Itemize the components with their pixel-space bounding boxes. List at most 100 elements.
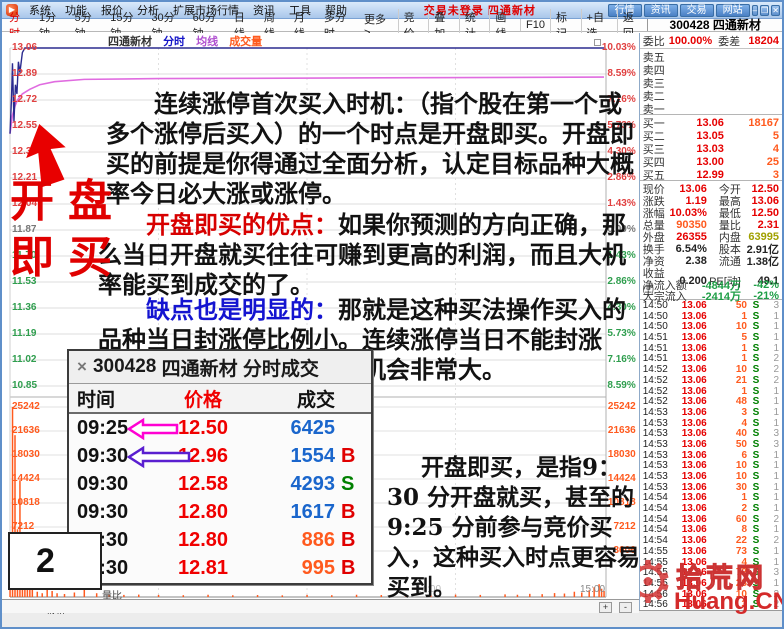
app-window: ▶ 系统功能报价分析扩展市场行情资讯工具帮助 交易未登录 四通新材 行情资讯交易…	[0, 0, 784, 629]
tick-count: 1	[763, 557, 779, 568]
close-button[interactable]: ✕	[771, 5, 780, 16]
weicha-value: 18204	[740, 35, 779, 47]
tick-volume: 1	[707, 386, 749, 397]
tick-count: 3	[763, 439, 779, 450]
tick-flag: S	[749, 589, 763, 600]
app-button-网站[interactable]: 网站	[716, 4, 750, 17]
quote-info-row: 现价13.06今开12.50	[640, 181, 782, 193]
buy-volume: 3	[724, 169, 779, 181]
tick-flag: S	[749, 407, 763, 418]
tick-flag: S	[749, 353, 763, 364]
annotation-paragraph-1: 连续涨停首次买入时机：（指个股在第一个或多个涨停后买入）的一个时点是开盘即买。开…	[106, 89, 639, 209]
tick-time: 14:53	[643, 450, 671, 461]
tick-count: 1	[763, 503, 779, 514]
tick-time: 14:53	[643, 482, 671, 493]
tick-price: 13.06	[671, 300, 707, 311]
tick-count: 3	[763, 428, 779, 439]
buy-row: 买四13.0025	[640, 154, 782, 167]
tick-price: 13.06	[671, 311, 707, 322]
tick-count: 1	[763, 450, 779, 461]
table-row: 09:3012.81995B	[69, 554, 371, 582]
tick-volume: 60	[707, 514, 749, 525]
tick-volume: 48	[707, 396, 749, 407]
tick-row: 14:5513.0673S1	[640, 546, 782, 557]
tool-F10[interactable]: F10	[520, 19, 550, 31]
tick-row: 14:5213.0621S2	[640, 375, 782, 386]
tick-count: 2	[763, 514, 779, 525]
tick-flag: S	[749, 386, 763, 397]
app-button-交易[interactable]: 交易	[680, 4, 714, 17]
info-value: 26355	[669, 231, 707, 243]
tick-price: 13.06	[671, 567, 707, 578]
tick-volume: 73	[707, 546, 749, 557]
tick-flag: S	[749, 492, 763, 503]
trade-price: 12.80	[155, 501, 251, 524]
annotation-3-heading: 缺点也是明显的：	[146, 295, 338, 324]
tick-price: 13.06	[671, 375, 707, 386]
tick-flag: S	[749, 578, 763, 589]
legend-period[interactable]: 分时	[163, 36, 185, 48]
buy-row: 买三13.034	[640, 141, 782, 154]
tick-time: 14:53	[643, 439, 671, 450]
period-tabs: 分时1分钟5分钟15分钟30分钟60分钟日线周线月线多分时更多 >	[2, 19, 398, 31]
tick-time: 14:55	[643, 557, 671, 568]
tick-count: 1	[763, 418, 779, 429]
tick-flag: S	[749, 418, 763, 429]
overlay-header-2: 价格	[155, 385, 251, 412]
purple-left-arrow-icon	[127, 445, 191, 469]
trade-price: 12.80	[155, 529, 251, 552]
tick-price: 13.06	[671, 439, 707, 450]
tick-row: 14:5213.061S1	[640, 386, 782, 397]
legend-avg-line[interactable]: 均线	[196, 36, 218, 48]
overlay-rows: 09:2512.50642509:3012.961554B09:3012.584…	[69, 414, 371, 582]
tick-price: 13.06	[671, 450, 707, 461]
tick-row: 14:5413.068S1	[640, 524, 782, 535]
percent-axis-label: 10.03%	[602, 42, 636, 53]
zoom-out-button[interactable]: -	[619, 602, 632, 613]
tick-row: 14:5013.0610S1	[640, 321, 782, 332]
tick-time: 14:55	[643, 578, 671, 589]
intraday-trades-overlay[interactable]: × 300428 四通新材 分时成交 时间价格成交 09:2512.506425…	[67, 349, 373, 585]
tick-time: 14:56	[643, 599, 671, 610]
legend-volume[interactable]: 成交量	[229, 36, 262, 48]
buy-row: 买一13.0618167	[640, 115, 782, 128]
tick-time: 14:55	[643, 546, 671, 557]
restore-button[interactable]: ❐	[760, 5, 769, 16]
tick-count: 1	[763, 482, 779, 493]
overlay-title-bar[interactable]: × 300428 四通新材 分时成交	[69, 351, 371, 384]
tick-list[interactable]: 14:5013.0650S314:5013.061S114:5013.0610S…	[640, 299, 782, 614]
close-icon[interactable]: ×	[69, 357, 93, 377]
info-value: 13.06	[669, 183, 707, 195]
tick-volume: 4	[707, 557, 749, 568]
tick-price: 13.06	[671, 503, 707, 514]
minimize-button[interactable]: –	[752, 5, 758, 16]
sell-row: 卖三	[640, 75, 782, 88]
tick-flag: S	[749, 364, 763, 375]
buy-queue: 买一13.0618167买二13.055买三13.034买四13.0025买五1…	[640, 114, 782, 180]
tick-time: 14:54	[643, 524, 671, 535]
app-button-资讯[interactable]: 资讯	[644, 4, 678, 17]
tick-volume: 28	[707, 578, 749, 589]
tick-time: 14:50	[643, 321, 671, 332]
zoom-in-button[interactable]: +	[599, 602, 612, 613]
volume-axis-label: 25242	[12, 401, 40, 412]
tick-time: 14:50	[643, 300, 671, 311]
tick-flag: S	[749, 321, 763, 332]
tick-volume: 10	[707, 460, 749, 471]
quote-info-row: 涨幅10.03%最低12.50	[640, 205, 782, 217]
price-axis-label: 12.89	[12, 68, 37, 79]
tick-price: 13.06	[671, 418, 707, 429]
tick-volume: 4	[707, 418, 749, 429]
tick-flag: S	[749, 450, 763, 461]
trade-flag: B	[341, 445, 371, 468]
price-axis-label: 11.02	[12, 354, 36, 365]
tick-time: 14:53	[643, 471, 671, 482]
chart-corner-icon[interactable]	[594, 39, 601, 46]
table-row: 09:3012.961554B	[69, 442, 371, 470]
tool-buttons: 竞价叠加统计画线F10标记+自选返回	[398, 19, 648, 31]
overlay-stock-code: 300428	[93, 356, 156, 378]
quote-info-row: 净资2.38流通1.38亿	[640, 253, 782, 265]
tick-flag: S	[749, 332, 763, 343]
tick-flag: S	[749, 535, 763, 546]
trade-volume: 995	[251, 557, 341, 580]
